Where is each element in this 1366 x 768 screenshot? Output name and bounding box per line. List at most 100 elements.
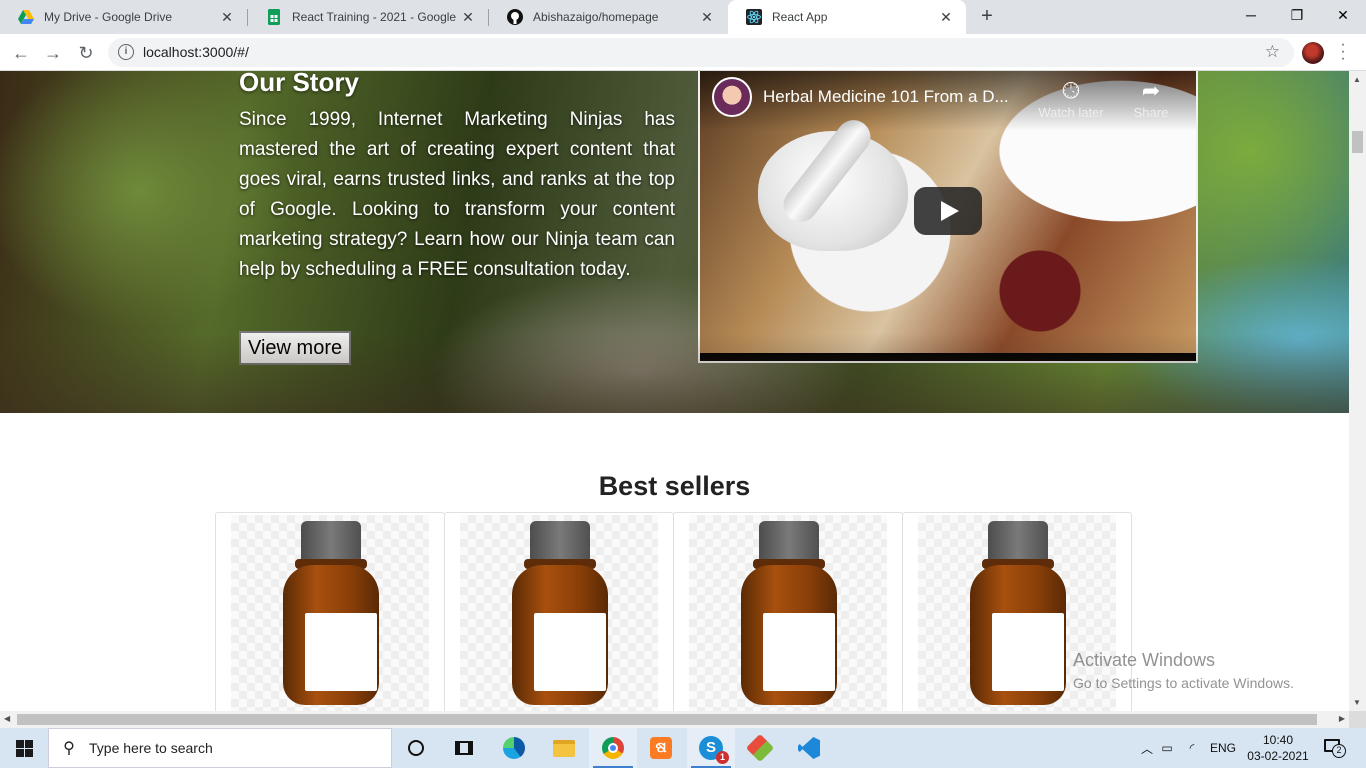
- window-controls: ─ ❐ ✕: [1228, 0, 1366, 30]
- vscode-taskbar-button[interactable]: [785, 728, 833, 768]
- close-window-button[interactable]: ✕: [1320, 0, 1366, 30]
- notification-count-badge: 2: [1332, 744, 1346, 758]
- channel-avatar[interactable]: [712, 77, 752, 117]
- taskbar-search-box[interactable]: ⚲ Type here to search: [48, 728, 392, 768]
- action-center-button[interactable]: 2: [1322, 736, 1346, 758]
- share-icon: ➦: [1141, 78, 1161, 103]
- xampp-taskbar-button[interactable]: ଷ: [637, 728, 685, 768]
- skype-letter: S: [705, 739, 716, 756]
- cortana-button[interactable]: [392, 728, 440, 768]
- product-image[interactable]: [689, 515, 887, 711]
- youtube-embed[interactable]: Herbal Medicine 101 From a D... 🕓︎ Watch…: [698, 71, 1198, 363]
- close-tab-icon[interactable]: ✕: [460, 9, 476, 26]
- site-info-icon[interactable]: i: [118, 44, 134, 60]
- medicine-bottle-icon: [739, 521, 839, 705]
- product-card[interactable]: [673, 512, 903, 711]
- tab-title: React Training - 2021 - Google Sh: [292, 10, 460, 24]
- bookmark-star-icon[interactable]: ☆: [1265, 42, 1280, 62]
- our-story-section: Our Story Since 1999, Internet Marketing…: [0, 71, 1349, 413]
- react-icon: [746, 9, 762, 25]
- back-arrow-icon[interactable]: ←: [9, 41, 33, 65]
- scroll-up-arrow-icon[interactable]: ▲: [1353, 75, 1361, 84]
- share-label: Share: [1133, 105, 1169, 120]
- edge-icon: [503, 737, 525, 759]
- chrome-icon: [602, 737, 624, 759]
- forward-arrow-icon[interactable]: →: [41, 41, 65, 65]
- horizontal-scrollbar[interactable]: ◀ ▶: [0, 711, 1349, 728]
- google-sheets-icon: [266, 9, 282, 25]
- git-icon: [745, 733, 775, 763]
- scrollbar-corner: [1349, 711, 1366, 728]
- our-story-title: Our Story: [239, 71, 359, 97]
- show-hidden-icons-chevron-icon[interactable]: ︿: [1140, 740, 1154, 757]
- activate-windows-watermark: Activate Windows Go to Settings to activ…: [1073, 650, 1294, 691]
- windows-logo-icon: [15, 739, 33, 757]
- language-indicator[interactable]: ENG: [1210, 741, 1236, 755]
- tab-title: React App: [772, 10, 828, 24]
- task-view-button[interactable]: [440, 728, 488, 768]
- google-drive-icon: [18, 9, 34, 25]
- cortana-icon: [408, 740, 424, 756]
- vertical-scrollbar[interactable]: ▲ ▼: [1349, 71, 1366, 711]
- video-title[interactable]: Herbal Medicine 101 From a D...: [763, 87, 1009, 107]
- search-placeholder: Type here to search: [89, 740, 213, 756]
- start-button[interactable]: [0, 728, 48, 768]
- reload-icon[interactable]: ↻: [74, 41, 98, 65]
- chrome-menu-icon[interactable]: · · ·: [1336, 37, 1350, 67]
- watch-later-button[interactable]: 🕓︎ Watch later: [1034, 77, 1108, 120]
- skype-taskbar-button[interactable]: S1: [687, 728, 735, 768]
- tab-react-training-sheet[interactable]: React Training - 2021 - Google Sh ✕: [248, 0, 488, 34]
- close-tab-icon[interactable]: ✕: [938, 9, 954, 26]
- vscode-icon: [798, 737, 820, 759]
- tab-github-homepage[interactable]: Abishazaigo/homepage ✕: [489, 0, 727, 34]
- watermark-line-1: Activate Windows: [1073, 650, 1216, 670]
- battery-icon[interactable]: ▭: [1154, 741, 1180, 755]
- skype-icon: S1: [699, 736, 729, 764]
- scroll-down-arrow-icon[interactable]: ▼: [1353, 698, 1361, 707]
- scroll-left-arrow-icon[interactable]: ◀: [4, 714, 10, 723]
- taskbar-clock[interactable]: 10:40 03-02-2021: [1244, 732, 1312, 764]
- scroll-right-arrow-icon[interactable]: ▶: [1339, 714, 1345, 723]
- share-button[interactable]: ➦ Share: [1114, 77, 1188, 120]
- page-viewport: Our Story Since 1999, Internet Marketing…: [0, 71, 1349, 711]
- clock-date: 03-02-2021: [1247, 749, 1309, 763]
- new-tab-button[interactable]: +: [976, 5, 998, 27]
- file-explorer-taskbar-button[interactable]: [540, 728, 588, 768]
- tab-title: Abishazaigo/homepage: [533, 10, 659, 24]
- product-card[interactable]: [444, 512, 674, 711]
- best-sellers-list: [215, 512, 1132, 711]
- clock-icon: 🕓︎: [1062, 78, 1080, 103]
- best-sellers-title: Best sellers: [598, 471, 751, 501]
- xampp-icon: ଷ: [650, 737, 672, 759]
- git-taskbar-button[interactable]: [736, 728, 784, 768]
- restore-button[interactable]: ❐: [1274, 0, 1320, 30]
- minimize-button[interactable]: ─: [1228, 0, 1274, 30]
- system-tray: ︿ ▭ ◜ ENG: [1140, 728, 1236, 768]
- horizontal-scroll-thumb[interactable]: [17, 714, 1317, 725]
- view-more-button[interactable]: View more: [239, 331, 352, 365]
- search-icon: ⚲: [63, 740, 75, 757]
- product-card[interactable]: [215, 512, 445, 711]
- tab-strip: My Drive - Google Drive ✕ React Training…: [0, 0, 1366, 34]
- task-view-icon: [455, 741, 473, 755]
- address-bar[interactable]: i localhost:3000/#/ ☆: [108, 38, 1294, 67]
- skype-badge: 1: [716, 751, 729, 764]
- url-text[interactable]: localhost:3000/#/: [143, 44, 249, 60]
- tab-google-drive[interactable]: My Drive - Google Drive ✕: [0, 0, 247, 34]
- edge-taskbar-button[interactable]: [490, 728, 538, 768]
- play-button-icon[interactable]: [914, 187, 982, 235]
- close-tab-icon[interactable]: ✕: [699, 9, 715, 26]
- close-tab-icon[interactable]: ✕: [219, 9, 235, 26]
- product-image[interactable]: [460, 515, 658, 711]
- folder-icon: [553, 739, 575, 757]
- product-image[interactable]: [231, 515, 429, 711]
- medicine-bottle-icon: [510, 521, 610, 705]
- tab-react-app[interactable]: React App ✕: [728, 0, 966, 34]
- medicine-bottle-icon: [281, 521, 381, 705]
- profile-avatar[interactable]: [1302, 42, 1324, 64]
- vertical-scroll-thumb[interactable]: [1352, 131, 1363, 153]
- medicine-bottle-icon: [968, 521, 1068, 705]
- windows-taskbar: ⚲ Type here to search ଷ S1 ︿ ▭ ◜ ENG 10:…: [0, 728, 1366, 768]
- wifi-icon[interactable]: ◜: [1180, 741, 1204, 755]
- chrome-taskbar-button[interactable]: [589, 728, 637, 768]
